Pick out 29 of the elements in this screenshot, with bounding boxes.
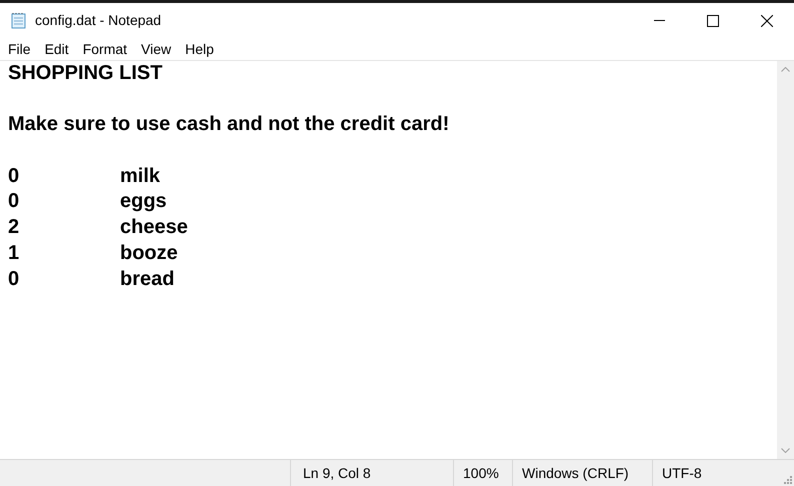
item-name: booze xyxy=(120,240,178,266)
item-name: milk xyxy=(120,164,160,189)
item-name: eggs xyxy=(120,189,167,214)
item-quantity: 1 xyxy=(8,242,20,264)
encoding: UTF-8 xyxy=(662,464,702,482)
item-name: bread xyxy=(120,266,174,292)
zoom-level: 100% xyxy=(463,464,499,482)
note-text: Make sure to use cash and not the credit card! xyxy=(8,113,450,136)
scroll-down-icon[interactable] xyxy=(781,448,790,453)
item-name: cheese xyxy=(120,215,188,240)
maximize-icon xyxy=(707,14,719,26)
document-heading: SHOPPING LIST xyxy=(8,62,162,84)
item-quantity: 0 xyxy=(8,164,20,187)
menu-item[interactable]: Edit xyxy=(38,38,76,60)
close-icon xyxy=(761,14,773,26)
window-title: config.dat - Notepad xyxy=(35,11,162,30)
resize-grip-icon[interactable] xyxy=(784,476,792,484)
menu-item[interactable]: File xyxy=(1,38,38,60)
scroll-up-icon[interactable] xyxy=(781,67,790,72)
menu-item[interactable]: Help xyxy=(178,38,221,60)
notepad-icon xyxy=(10,12,27,29)
item-quantity: 0 xyxy=(8,268,20,290)
item-quantity: 2 xyxy=(8,216,20,238)
menu-item[interactable]: Format xyxy=(76,38,134,60)
item-quantity: 0 xyxy=(8,190,20,212)
cursor-position: Ln 9, Col 8 xyxy=(303,464,371,482)
vertical-scrollbar[interactable] xyxy=(777,61,794,459)
line-endings: Windows (CRLF) xyxy=(522,464,629,483)
menu-item[interactable]: View xyxy=(134,38,178,60)
